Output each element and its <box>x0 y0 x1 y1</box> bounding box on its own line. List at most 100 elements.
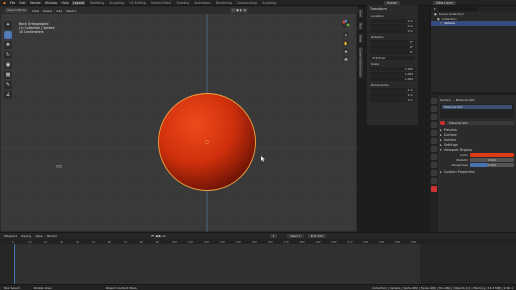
constraints-tab-icon[interactable] <box>431 170 437 176</box>
object-menu[interactable]: Object <box>66 9 76 13</box>
render-tab-icon[interactable] <box>431 106 437 112</box>
roughness-slider[interactable]: 0.400 <box>470 162 514 167</box>
world-tab-icon[interactable] <box>431 138 437 144</box>
menu-file[interactable]: File <box>10 1 15 5</box>
tab-animation[interactable]: Animation <box>194 1 210 5</box>
measure-icon[interactable]: ∡ <box>4 91 12 99</box>
scene-tab-icon[interactable] <box>431 130 437 136</box>
menu-help[interactable]: Help <box>61 1 68 5</box>
svg-text:✋: ✋ <box>344 41 348 46</box>
tool-tab-icon[interactable] <box>431 98 437 104</box>
sphere-object[interactable] <box>158 93 256 191</box>
timeline-tick-label: 120 <box>203 239 209 244</box>
mesh-icon: ▽ <box>440 21 443 26</box>
3d-viewport[interactable]: Object Mode View Select Add Object ◯ ● ◐… <box>0 6 358 233</box>
outliner-filter-icon[interactable]: ▾ <box>434 7 436 11</box>
scale-y[interactable]: 1.000 <box>370 72 415 76</box>
metallic-slider[interactable]: 0.000 <box>470 157 514 162</box>
dimensions-z[interactable]: 2 m <box>370 98 415 102</box>
material-slot-list[interactable]: Material.001 <box>440 104 514 118</box>
marker-menu[interactable]: Marker <box>47 234 57 238</box>
rotation-z[interactable]: 0° <box>370 50 415 54</box>
data-tab-icon[interactable] <box>431 178 437 184</box>
dimensions-y[interactable]: 2 m <box>370 93 415 97</box>
rotation-x[interactable]: 0° <box>370 40 415 44</box>
scale-label: Scale <box>371 62 380 66</box>
scene-statistics: Collection | Sphere | Verts:482 | Faces:… <box>372 285 513 290</box>
location-y[interactable]: 0 m <box>370 24 415 28</box>
location-z[interactable]: 0 m <box>370 29 415 33</box>
end-frame-field[interactable]: End 250 <box>307 234 327 238</box>
outliner-row-sphere[interactable]: ▽ Sphere <box>431 21 516 26</box>
modifier-tab-icon[interactable] <box>431 154 437 160</box>
object-tab-icon[interactable] <box>431 146 437 152</box>
navigation-gizmo[interactable]: ⚲ ✋ ◉ ▦ <box>337 16 355 74</box>
rotation-mode-dropdown[interactable]: XYZ Euler <box>370 56 415 60</box>
menu-render[interactable]: Render <box>30 1 41 5</box>
playback-menu[interactable]: Playback <box>4 234 17 238</box>
scale-x[interactable]: 1.000 <box>370 67 415 71</box>
object-mode-dropdown[interactable]: Object Mode <box>5 8 28 13</box>
scale-z[interactable]: 1.000 <box>370 77 415 81</box>
tab-sphere-distribution[interactable]: Sphere Distribution <box>358 46 363 78</box>
color-swatch[interactable] <box>470 152 514 157</box>
timeline-tick-label: 10 <box>27 239 32 244</box>
tab-rendering[interactable]: Rendering <box>216 1 232 5</box>
current-frame-field[interactable]: 1 <box>269 234 278 238</box>
start-frame-field[interactable]: Start 1 <box>287 234 304 238</box>
tab-scripting[interactable]: Scripting <box>262 1 276 5</box>
material-tab-icon[interactable] <box>431 186 437 192</box>
transform-icon[interactable]: ▩ <box>4 71 12 79</box>
start-value: 1 <box>298 234 301 238</box>
view-menu[interactable]: View <box>35 234 42 238</box>
timeline-tick-label: 220 <box>363 239 369 244</box>
scale-icon[interactable]: ▣ <box>4 61 12 69</box>
status-hint-rotate: Rotate View <box>33 285 52 290</box>
timeline-body[interactable] <box>0 244 516 285</box>
tab-item[interactable]: Item <box>358 9 363 18</box>
move-icon[interactable]: ✥ <box>4 41 12 49</box>
tab-layout[interactable]: Layout <box>72 1 85 5</box>
outliner-search-input[interactable] <box>437 7 478 11</box>
select-menu[interactable]: Select <box>43 9 52 13</box>
tab-modeling[interactable]: Modeling <box>90 1 105 5</box>
timeline: Playback Keying View Marker ⏮ ◀ ▶ ⏭ 1 St… <box>0 232 516 285</box>
shading-mode-buttons[interactable]: ◯ ● ◐ ◑ <box>229 8 248 13</box>
location-x[interactable]: 0 m <box>370 19 415 23</box>
mouse-cursor-icon <box>261 156 265 162</box>
material-sphere-icon[interactable] <box>440 120 445 125</box>
status-hint-context: Object Context Menu <box>105 285 138 290</box>
tab-shading[interactable]: Shading <box>176 1 189 5</box>
end-value: 250 <box>317 234 324 238</box>
material-name-field[interactable]: Material.001 <box>447 120 514 125</box>
blender-logo-icon[interactable]: ◉ <box>3 1 6 5</box>
dimensions-x[interactable]: 2 m <box>370 88 415 92</box>
view-layer-tab-icon[interactable] <box>431 122 437 128</box>
menu-window[interactable]: Window <box>45 1 58 5</box>
tab-texture-paint[interactable]: Texture Paint <box>151 1 172 5</box>
tab-view[interactable]: View <box>358 33 363 43</box>
rotation-y[interactable]: 0° <box>370 45 415 49</box>
tab-uv-editing[interactable]: UV Editing <box>129 1 146 5</box>
expand-icon: ▸ <box>440 127 442 132</box>
view-menu[interactable]: View <box>32 9 39 13</box>
status-hint-select: Box Select <box>4 285 20 290</box>
tab-compositing[interactable]: Compositing <box>237 1 257 5</box>
keying-menu[interactable]: Keying <box>21 234 31 238</box>
view-layer-field[interactable]: View Layer <box>432 1 457 5</box>
add-menu[interactable]: Add <box>56 9 62 13</box>
output-tab-icon[interactable] <box>431 114 437 120</box>
menu-edit[interactable]: Edit <box>19 1 25 5</box>
section-label: Custom Properties <box>443 169 475 174</box>
material-slot-item[interactable]: Material.001 <box>442 105 512 109</box>
rotate-icon[interactable]: ↻ <box>4 51 12 59</box>
transform-section-title[interactable]: Transform <box>367 5 418 13</box>
playback-controls[interactable]: ⏮ ◀ ▶ ⏭ <box>151 234 166 238</box>
tab-tool[interactable]: Tool <box>358 21 363 30</box>
tab-sculpting[interactable]: Sculpting <box>109 1 124 5</box>
section-custom-properties[interactable]: ▸ Custom Properties <box>440 169 514 174</box>
select-box-icon[interactable]: ▢ <box>4 31 12 39</box>
physics-tab-icon[interactable] <box>431 162 437 168</box>
cursor-icon[interactable]: ✦ <box>4 21 12 29</box>
annotate-icon[interactable]: ✎ <box>4 81 12 89</box>
